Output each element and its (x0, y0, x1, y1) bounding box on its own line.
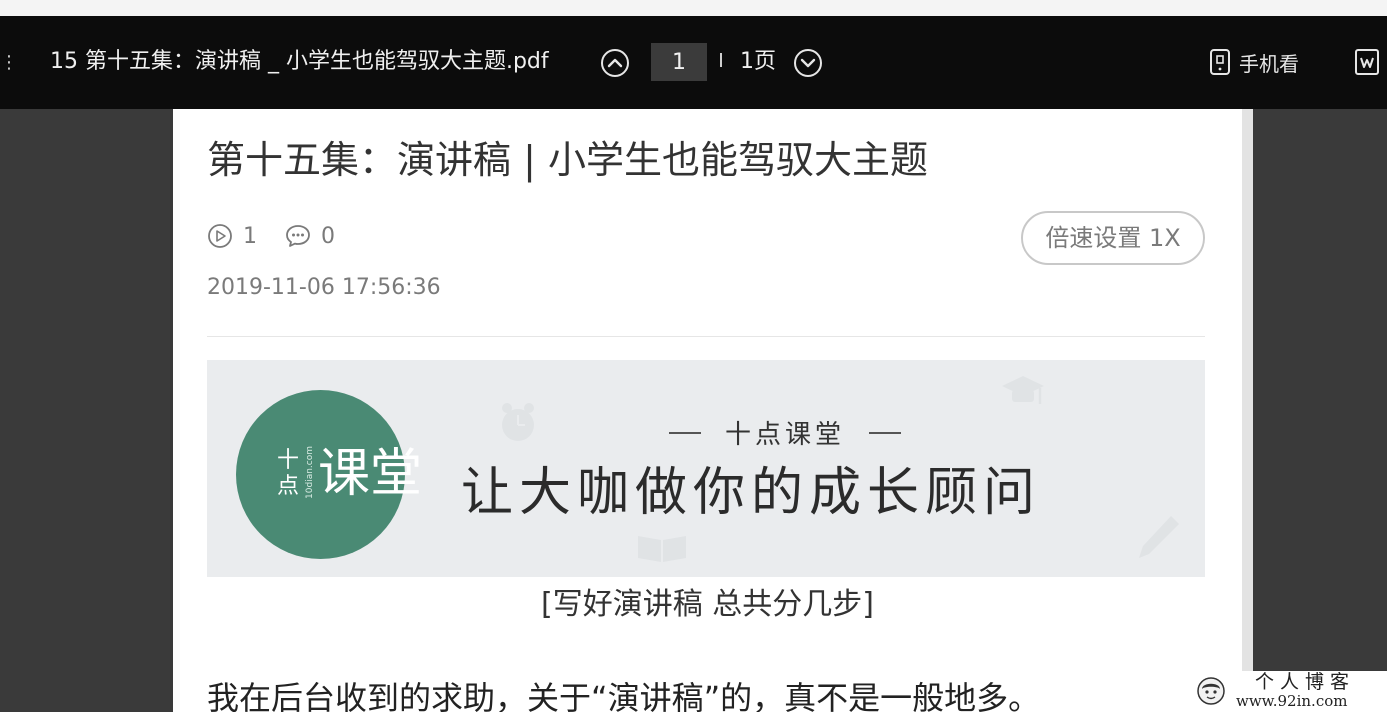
window-top-strip (0, 0, 1387, 17)
divider (207, 336, 1205, 337)
chevron-up-icon (601, 49, 629, 77)
graduation-cap-icon (1002, 376, 1044, 404)
page-number-input[interactable] (651, 43, 707, 81)
page-separator (720, 53, 722, 67)
logo-small-text: 十点 (276, 448, 299, 499)
banner-subtitle: 十点课堂 (645, 414, 925, 451)
article-stats: 1 0 (207, 223, 363, 249)
article-body-line: 我在后台收到的求助，关于“演讲稿”的，真不是一般地多。 (207, 679, 1041, 712)
viewer-right-margin (1253, 109, 1387, 712)
book-icon (638, 536, 686, 562)
comment-count: 0 (285, 223, 335, 249)
watermark-line1: 个人博客 (1255, 671, 1356, 693)
shidian-logo: 十点 10dian.com 课堂 (236, 390, 422, 559)
blog-watermark: 个人博客 www.92in.com (1191, 671, 1387, 712)
playback-speed-button[interactable]: 倍速设置 1X (1021, 211, 1205, 265)
banner-subtitle-text: 十点课堂 (725, 420, 846, 450)
mobile-view-label: 手机看 (1239, 51, 1299, 76)
subtitle-dash-right (869, 431, 902, 434)
viewer-left-margin (0, 109, 173, 712)
previous-page-button[interactable] (600, 48, 630, 78)
clock-icon (502, 403, 534, 441)
publish-timestamp: 2019-11-06 17:56:36 (207, 275, 441, 300)
pdf-page[interactable]: 第十五集：演讲稿 | 小学生也能驾驭大主题 1 0 倍速设置 1X 2019-1… (173, 109, 1242, 712)
play-count-value: 1 (243, 223, 257, 249)
article-banner: 十点 10dian.com 课堂 十点课堂 让大咖做你的成长顾问 (207, 360, 1205, 577)
pencil-icon (1139, 516, 1179, 558)
banner-headline: 让大咖做你的成长顾问 (461, 463, 1042, 523)
more-menu-icon[interactable]: ⋮ (0, 53, 18, 73)
convert-to-word-button[interactable] (1352, 47, 1382, 77)
avatar-icon (1197, 677, 1225, 705)
logo-big-text: 课堂 (318, 444, 423, 504)
word-document-icon (1355, 49, 1379, 75)
logo-domain-text: 10dian.com (305, 446, 315, 499)
comment-count-value: 0 (321, 223, 335, 249)
watermark-line2: www.92in.com (1236, 692, 1348, 710)
document-title: 15 第十五集：演讲稿 _ 小学生也能驾驭大主题.pdf (50, 49, 549, 74)
page-total: 1页 (740, 49, 776, 74)
mobile-view-button[interactable]: 手机看 (1209, 46, 1299, 78)
page-edge-shadow (1242, 109, 1253, 712)
pdf-toolbar: ⋮ 15 第十五集：演讲稿 _ 小学生也能驾驭大主题.pdf 1页 手机看 (0, 16, 1387, 109)
phone-icon (1210, 49, 1230, 75)
play-circle-icon (208, 224, 232, 248)
next-page-button[interactable] (793, 48, 823, 78)
subtitle-dash-left (669, 431, 701, 434)
article-title: 第十五集：演讲稿 | 小学生也能驾驭大主题 (207, 138, 928, 182)
comment-icon (286, 225, 310, 247)
chevron-down-icon (794, 49, 822, 77)
image-caption: [写好演讲稿 总共分几步] (541, 587, 874, 622)
play-count: 1 (207, 223, 257, 249)
